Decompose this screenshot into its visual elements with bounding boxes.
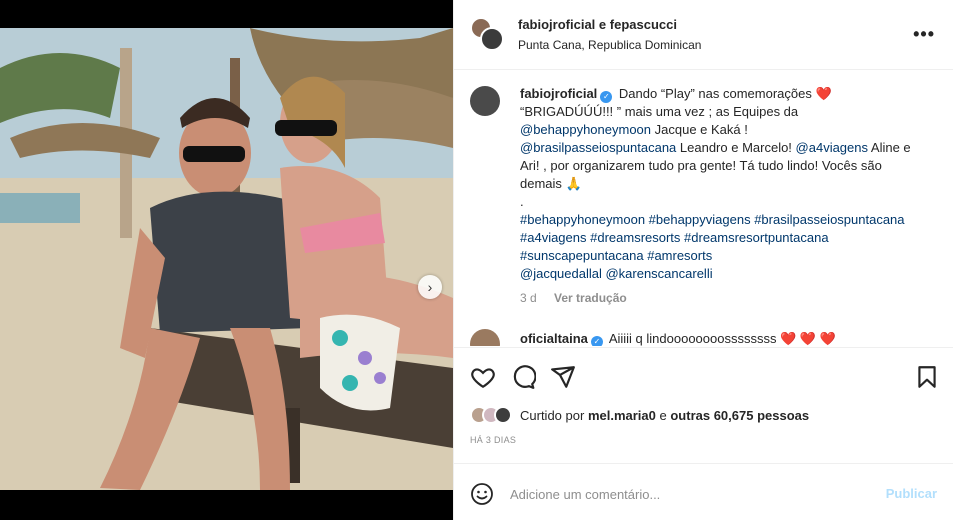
post-header: fabiojroficial e fepascucci Punta Cana, … xyxy=(454,0,953,70)
add-comment-bar: Publicar xyxy=(454,463,953,520)
chevron-right-icon: › xyxy=(427,279,433,295)
comment-icon[interactable] xyxy=(510,364,537,390)
likes-count-link[interactable]: outras 60,675 pessoas xyxy=(670,408,809,423)
emoji-icon[interactable] xyxy=(470,482,494,506)
likes-text: Curtido por mel.maria0 e outras 60,675 p… xyxy=(520,408,809,423)
caption-line2: “BRIGADÚÚÚ!!! ” mais uma vez ; as Equipe… xyxy=(520,104,799,119)
likes-prefix: Curtido por xyxy=(520,407,585,423)
mention-link[interactable]: @behappyhoneymoon xyxy=(520,122,651,137)
likes-summary: Curtido por mel.maria0 e outras 60,675 p… xyxy=(470,406,809,424)
liker-username[interactable]: mel.maria0 xyxy=(588,408,656,423)
avatar[interactable] xyxy=(470,329,500,346)
caption-line1: Dando “Play” nas comemorações xyxy=(618,86,812,101)
mention-link[interactable]: @brasilpasseiospuntacana xyxy=(520,140,676,155)
avatar[interactable] xyxy=(470,86,500,116)
publish-button[interactable]: Publicar xyxy=(886,486,937,501)
caption-text: Leandro e Marcelo! xyxy=(676,140,796,155)
comment-username[interactable]: oficialtaina xyxy=(520,331,588,346)
photo-panel: › xyxy=(0,0,453,520)
post-age: 3 d xyxy=(520,291,537,305)
more-icon[interactable]: ••• xyxy=(913,24,935,45)
bookmark-icon[interactable] xyxy=(914,364,940,390)
comment: oficialtaina ✓ Aiiiii q lindoooooooosssss… xyxy=(520,331,836,346)
caption-meta: 3 d Ver tradução xyxy=(520,291,627,305)
beach-photo-illustration xyxy=(0,28,453,490)
verified-icon: ✓ xyxy=(590,336,603,346)
mention-link[interactable]: @a4viagens xyxy=(796,140,868,155)
author-username-link[interactable]: fabiojroficial xyxy=(518,17,595,32)
comments-section: fabiojroficial ✓ Dando “Play” nas comemor… xyxy=(454,71,953,346)
post-photo[interactable]: › xyxy=(0,28,453,490)
avatar xyxy=(480,27,504,51)
share-icon[interactable] xyxy=(550,364,576,390)
avatar xyxy=(494,406,512,424)
next-photo-button[interactable]: › xyxy=(418,275,442,299)
location-link[interactable]: Punta Cana, Republica Dominican xyxy=(518,38,701,52)
header-title: fabiojroficial e fepascucci xyxy=(518,17,677,32)
post-caption: fabiojroficial ✓ Dando “Play” nas comemor… xyxy=(520,85,925,283)
heart-icon[interactable] xyxy=(470,364,496,390)
header-and: e xyxy=(598,17,607,32)
comment-text: Aiiiii q lindoooooooossssssss xyxy=(608,331,777,346)
see-translation-button[interactable]: Ver tradução xyxy=(554,291,627,305)
hashtags[interactable]: #behappyhoneymoon #behappyviagens #brasi… xyxy=(520,212,905,263)
comment-hearts: ❤️ ❤️ ❤️ xyxy=(780,331,836,346)
post-timestamp[interactable]: HÁ 3 DIAS xyxy=(470,435,516,445)
caption-dot: . xyxy=(520,194,524,209)
post-sidebar: fabiojroficial e fepascucci Punta Cana, … xyxy=(453,0,953,520)
heart-emoji: ❤️ xyxy=(815,86,832,101)
coauthor-username-link[interactable]: fepascucci xyxy=(610,17,677,32)
header-avatars[interactable] xyxy=(470,17,504,51)
pray-emoji: 🙏 xyxy=(565,176,582,191)
verified-icon: ✓ xyxy=(600,91,613,103)
comment-input[interactable] xyxy=(510,482,870,506)
mentions[interactable]: @jacquedallal @karenscancarelli xyxy=(520,266,713,281)
caption-username[interactable]: fabiojroficial xyxy=(520,86,597,101)
caption-text: Jacque e Kaká ! xyxy=(651,122,748,137)
action-bar xyxy=(454,347,953,397)
likes-middle: e xyxy=(659,407,667,423)
